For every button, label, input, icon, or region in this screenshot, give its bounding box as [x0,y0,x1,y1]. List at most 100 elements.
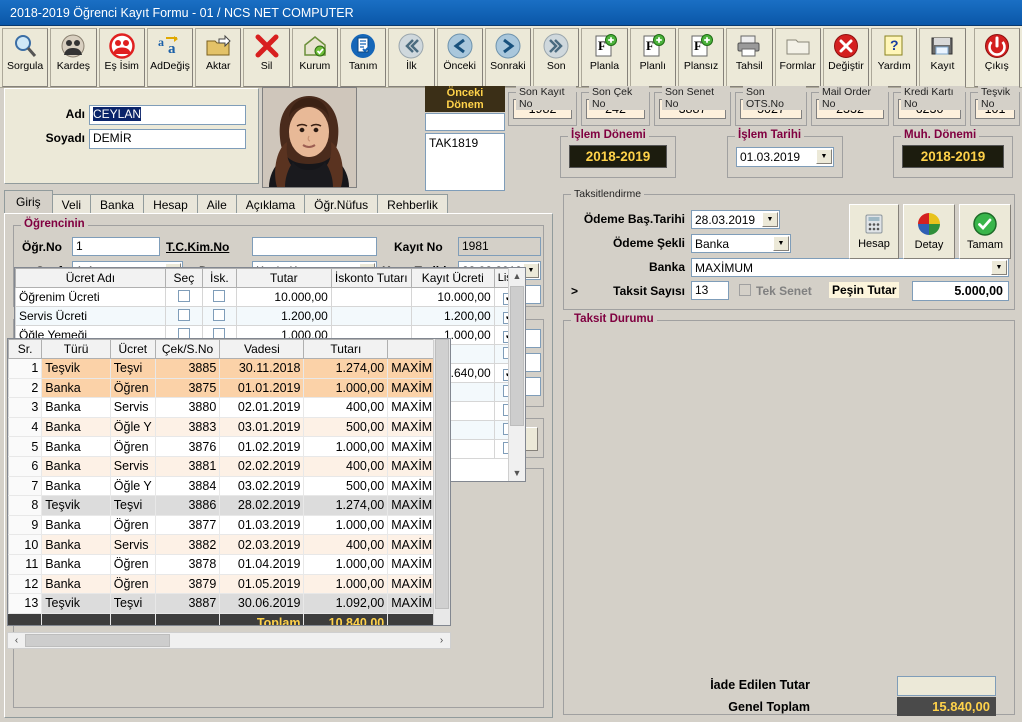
tc-kimlik-input[interactable] [252,237,377,256]
toolbar-button-sil[interactable]: Sil [243,28,290,87]
hesap-button[interactable]: Hesap [849,204,899,259]
tamam-button[interactable]: Tamam [959,204,1011,259]
islem-donemi-group: İşlem Dönemi 2018-2019 [560,129,676,178]
tab-banka[interactable]: Banka [90,194,145,215]
scroll-right-icon[interactable]: › [433,635,450,646]
tek-senet-checkbox[interactable] [739,284,751,296]
fee-kayit-ucreti: 1.200,00 [410,306,495,326]
svg-text:F: F [598,38,606,53]
fee-sec-checkbox[interactable] [177,308,190,321]
toolbar-button-plansiz[interactable]: F Plansız [677,28,725,87]
toolbar-label: Değiştir [828,60,864,72]
previous-period-listbox[interactable]: TAK1819 [425,133,505,191]
scroll-left-icon[interactable]: ‹ [8,635,25,646]
toolbar-button-ilk[interactable]: İlk [388,28,435,87]
banka-select[interactable]: MAXİMUM ▼ [691,258,1009,277]
taksit-cekno: 3885 [154,358,221,379]
toolbar-button-yardim[interactable]: ? Yardım [871,28,918,87]
taksit-scroll-thumb[interactable] [435,339,449,609]
table-row[interactable]: 13 Teşvik Teşvi 3887 30.06.2019 1.092,00 MAXİM… [8,593,450,614]
table-row[interactable]: 11 Banka Öğren 3878 01.04.2019 1.000,00 MAXİMU [8,553,450,575]
fee-tutar: 1.200,00 [235,306,332,326]
fee-sec-checkbox[interactable] [177,289,190,302]
toolbar-button-cikis[interactable]: Çıkış [973,28,1020,87]
fee-isk-cell[interactable] [201,306,237,326]
expand-arrow-icon[interactable]: > [571,284,578,298]
toolbar-button-onceki[interactable]: Önceki [436,28,483,87]
table-row[interactable]: 1 Teşvik Teşvi 3885 30.11.2018 1.274,00 MAXİMU [8,358,450,379]
table-row[interactable]: 3 Banka Servis 3880 02.01.2019 400,00 MAXİMU [8,397,450,418]
fee-isk-cell[interactable] [201,287,237,307]
chevron-down-icon[interactable]: ▼ [773,236,789,251]
toolbar-button-es-isim[interactable]: Eş İsim [98,28,145,87]
toolbar-button-tahsil[interactable]: Tahsil [726,28,773,87]
toolbar-label: Sorgula [7,60,44,72]
islem-tarihi-datepicker[interactable]: 01.03.2019 ▼ [736,147,834,167]
tab-veli[interactable]: Veli [51,194,92,215]
fee-sec-cell[interactable] [164,306,203,326]
surname-input[interactable]: DEMİR [89,129,246,149]
toolbar-button-kayit[interactable]: Kayıt [919,28,966,87]
fee-isk-checkbox[interactable] [213,308,226,321]
fee-isk-checkbox[interactable] [213,289,226,302]
odeme-bas-tarihi-datepicker[interactable]: 28.03.2019 ▼ [691,210,780,229]
taksit-vertical-scrollbar[interactable] [433,339,450,625]
scroll-up-icon[interactable]: ▲ [509,268,525,284]
toolbar-button-kurum[interactable]: Kurum [291,28,338,87]
scroll-down-icon[interactable]: ▼ [509,465,525,481]
taksit-sayisi-input[interactable]: 13 [691,281,729,300]
table-row[interactable]: Öğrenim Ücreti 10.000,00 10.000,00 [15,287,525,307]
toolbar-button-planli[interactable]: F Planlı [629,28,676,87]
tab-rehberlik[interactable]: Rehberlik [377,194,448,215]
toolbar-button-aktar[interactable]: Aktar [195,28,242,87]
toolbar-button-sorgula[interactable]: Sorgula [2,28,49,87]
toolbar-button-planla[interactable]: F Planla [581,28,628,87]
tab-aciklama[interactable]: Açıklama [235,194,306,215]
table-row[interactable]: 7 Banka Öğle Y 3884 03.02.2019 500,00 MAXİMU [8,475,450,497]
tab-giris[interactable]: Giriş [4,190,53,214]
fees-scroll-thumb[interactable] [510,286,524,426]
chevron-down-icon[interactable]: ▼ [816,149,832,164]
table-row[interactable]: Servis Ücreti 1.200,00 1.200,00 [15,306,525,326]
tab-label: Veli [61,198,82,212]
taksit-horizontal-scrollbar[interactable]: ‹ › [7,632,451,649]
toolbar-button-kardes[interactable]: Kardeş [50,28,97,87]
tab-ogr-nufus[interactable]: Öğr.Nüfus [304,194,379,215]
chevron-down-icon[interactable]: ▼ [762,212,778,227]
tab-hesap[interactable]: Hesap [143,194,198,215]
table-row[interactable]: 5 Banka Öğren 3876 01.02.2019 1.000,00 MAXİMU [8,436,450,457]
table-row[interactable]: 4 Banka Öğle Y 3883 03.01.2019 500,00 MAXİMU [8,416,450,438]
fees-vertical-scrollbar[interactable]: ▲ ▼ [508,268,525,481]
toolbar-button-addegis[interactable]: aa AdDeğiş [146,28,194,87]
table-row[interactable]: 10 Banka Servis 3882 02.03.2019 400,00 MAXİMU [8,534,450,555]
student-photo[interactable] [262,87,357,188]
toolbar-button-tanim[interactable]: Tanım [339,28,387,87]
toolbar-label: Kurum [299,60,331,72]
table-row[interactable]: 9 Banka Öğren 3877 01.03.2019 1.000,00 MAXİMU [8,514,450,536]
taksit-turu: Banka [41,377,111,399]
detay-button[interactable]: Detay [903,204,955,259]
tab-aile[interactable]: Aile [196,194,237,215]
toolbar-label: Aktar [206,60,231,72]
toolbar-button-son[interactable]: Son [533,28,580,87]
table-row[interactable]: 12 Banka Öğren 3879 01.05.2019 1.000,00 MAXİMU [8,573,450,595]
taksit-ucret: Öğren [109,573,156,595]
name-input[interactable]: CEYLAN [89,105,246,125]
toolbar-button-degistir[interactable]: Değiştir [822,28,870,87]
taksit-hscroll-thumb[interactable] [25,634,170,647]
table-row[interactable]: 8 Teşvik Teşvi 3886 28.02.2019 1.274,00 MAXİMU [8,495,450,516]
taksit-turu: Teşvik [41,358,111,379]
table-row[interactable]: 6 Banka Servis 3881 02.02.2019 400,00 MAXİMU [8,455,450,477]
taksit-table[interactable]: Sr. Türü Ücret Çek/S.No Vadesi Tutarı Ba… [7,338,451,626]
fee-sec-cell[interactable] [164,287,203,307]
toolbar-button-formlar[interactable]: Formlar [774,28,821,87]
chevron-down-icon[interactable]: ▼ [991,260,1007,275]
previous-period-input[interactable] [425,113,505,131]
toolbar-button-sonraki[interactable]: Sonraki [484,28,532,87]
taksit-ucret: Öğle Y [109,475,156,497]
odeme-sekli-select[interactable]: Banka ▼ [691,234,791,253]
table-row[interactable]: 2 Banka Öğren 3875 01.01.2019 1.000,00 MAXİMU [8,377,450,399]
taksit-tutari: 1.274,00 [303,358,389,379]
ogr-no-input[interactable]: 1 [72,237,160,256]
taksit-durumu-group: Taksit Durumu [563,313,1015,715]
